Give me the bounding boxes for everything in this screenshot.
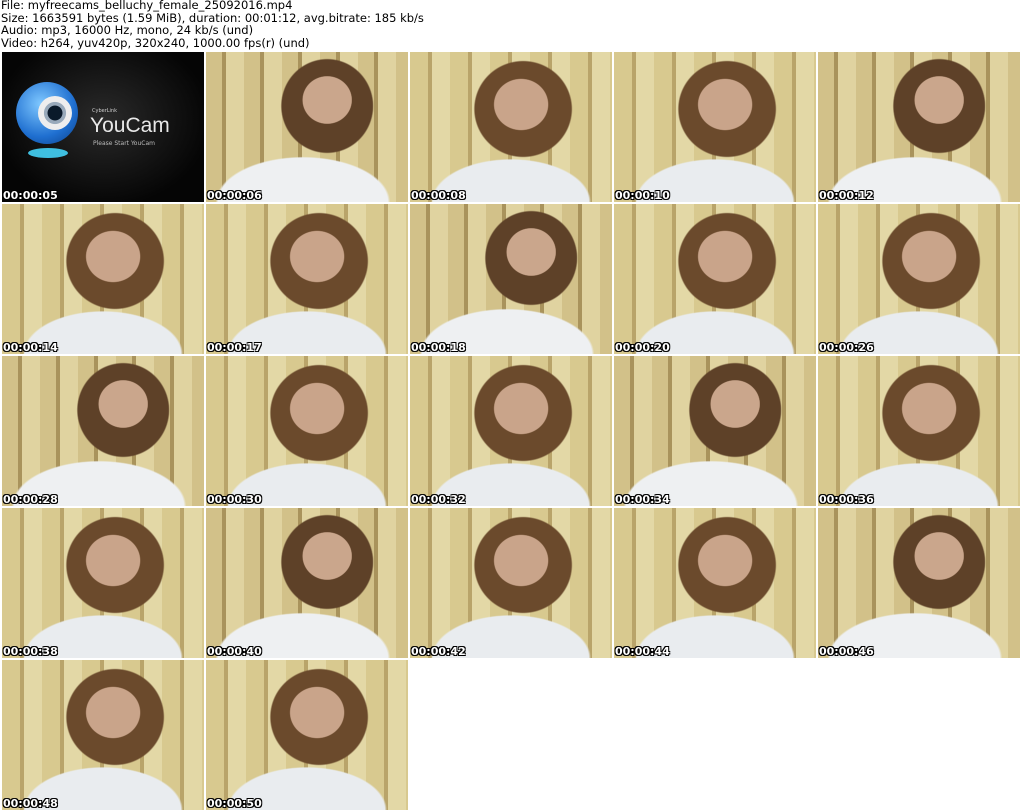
video-thumbnail[interactable]: 00:00:06	[206, 52, 408, 202]
logo-brand: YouCam	[90, 114, 170, 137]
video-thumbnail[interactable]: 00:00:28	[2, 356, 204, 506]
timestamp: 00:00:36	[819, 493, 874, 506]
file-name: File: myfreecams_belluchy_female_2509201…	[1, 0, 293, 12]
video-thumbnail[interactable]: 00:00:40	[206, 508, 408, 658]
timestamp: 00:00:28	[3, 493, 58, 506]
file-info: File: myfreecams_belluchy_female_2509201…	[1, 0, 424, 49]
video-thumbnail[interactable]: 00:00:20	[614, 204, 816, 354]
logo-subtitle: Please Start YouCam	[93, 140, 155, 147]
video-thumbnail[interactable]: 00:00:08	[410, 52, 612, 202]
video-info: Video: h264, yuv420p, 320x240, 1000.00 f…	[1, 35, 310, 50]
webcam-icon	[16, 82, 78, 144]
video-thumbnail[interactable]: 00:00:38	[2, 508, 204, 658]
timestamp: 00:00:30	[207, 493, 262, 506]
timestamp: 00:00:26	[819, 341, 874, 354]
timestamp: 00:00:42	[411, 645, 466, 658]
video-thumbnail[interactable]: 00:00:17	[206, 204, 408, 354]
timestamp: 00:00:08	[411, 189, 466, 202]
video-thumbnail[interactable]: 00:00:18	[410, 204, 612, 354]
video-thumbnail[interactable]: 00:00:46	[818, 508, 1020, 658]
timestamp: 00:00:50	[207, 797, 262, 810]
video-thumbnail[interactable]: 00:00:14	[2, 204, 204, 354]
video-thumbnail[interactable]: CyberLink YouCam Please Start YouCam 00:00:…	[2, 52, 204, 202]
timestamp: 00:00:20	[615, 341, 670, 354]
video-thumbnail[interactable]: 00:00:12	[818, 52, 1020, 202]
timestamp: 00:00:06	[207, 189, 262, 202]
video-thumbnail[interactable]: 00:00:30	[206, 356, 408, 506]
video-thumbnail[interactable]: 00:00:50	[206, 660, 408, 810]
timestamp: 00:00:05	[3, 189, 58, 202]
timestamp: 00:00:10	[615, 189, 670, 202]
webcam-stand-icon	[28, 148, 68, 158]
audio-info: Audio: mp3, 16000 Hz, mono, 24 kb/s (und…	[1, 23, 254, 37]
video-thumbnail[interactable]: 00:00:34	[614, 356, 816, 506]
timestamp: 00:00:32	[411, 493, 466, 506]
timestamp: 00:00:38	[3, 645, 58, 658]
timestamp: 00:00:40	[207, 645, 262, 658]
timestamp: 00:00:34	[615, 493, 670, 506]
timestamp: 00:00:14	[3, 341, 58, 354]
timestamp: 00:00:46	[819, 645, 874, 658]
video-thumbnail[interactable]: 00:00:48	[2, 660, 204, 810]
timestamp: 00:00:48	[3, 797, 58, 810]
video-thumbnail[interactable]: 00:00:36	[818, 356, 1020, 506]
timestamp: 00:00:17	[207, 341, 262, 354]
video-thumbnail[interactable]: 00:00:44	[614, 508, 816, 658]
thumbnail-grid: CyberLink YouCam Please Start YouCam 00:00:…	[2, 52, 1020, 810]
timestamp: 00:00:18	[411, 341, 466, 354]
video-thumbnail[interactable]: 00:00:26	[818, 204, 1020, 354]
video-thumbnail[interactable]: 00:00:10	[614, 52, 816, 202]
timestamp: 00:00:12	[819, 189, 874, 202]
video-thumbnail[interactable]: 00:00:32	[410, 356, 612, 506]
timestamp: 00:00:44	[615, 645, 670, 658]
video-thumbnail[interactable]: 00:00:42	[410, 508, 612, 658]
